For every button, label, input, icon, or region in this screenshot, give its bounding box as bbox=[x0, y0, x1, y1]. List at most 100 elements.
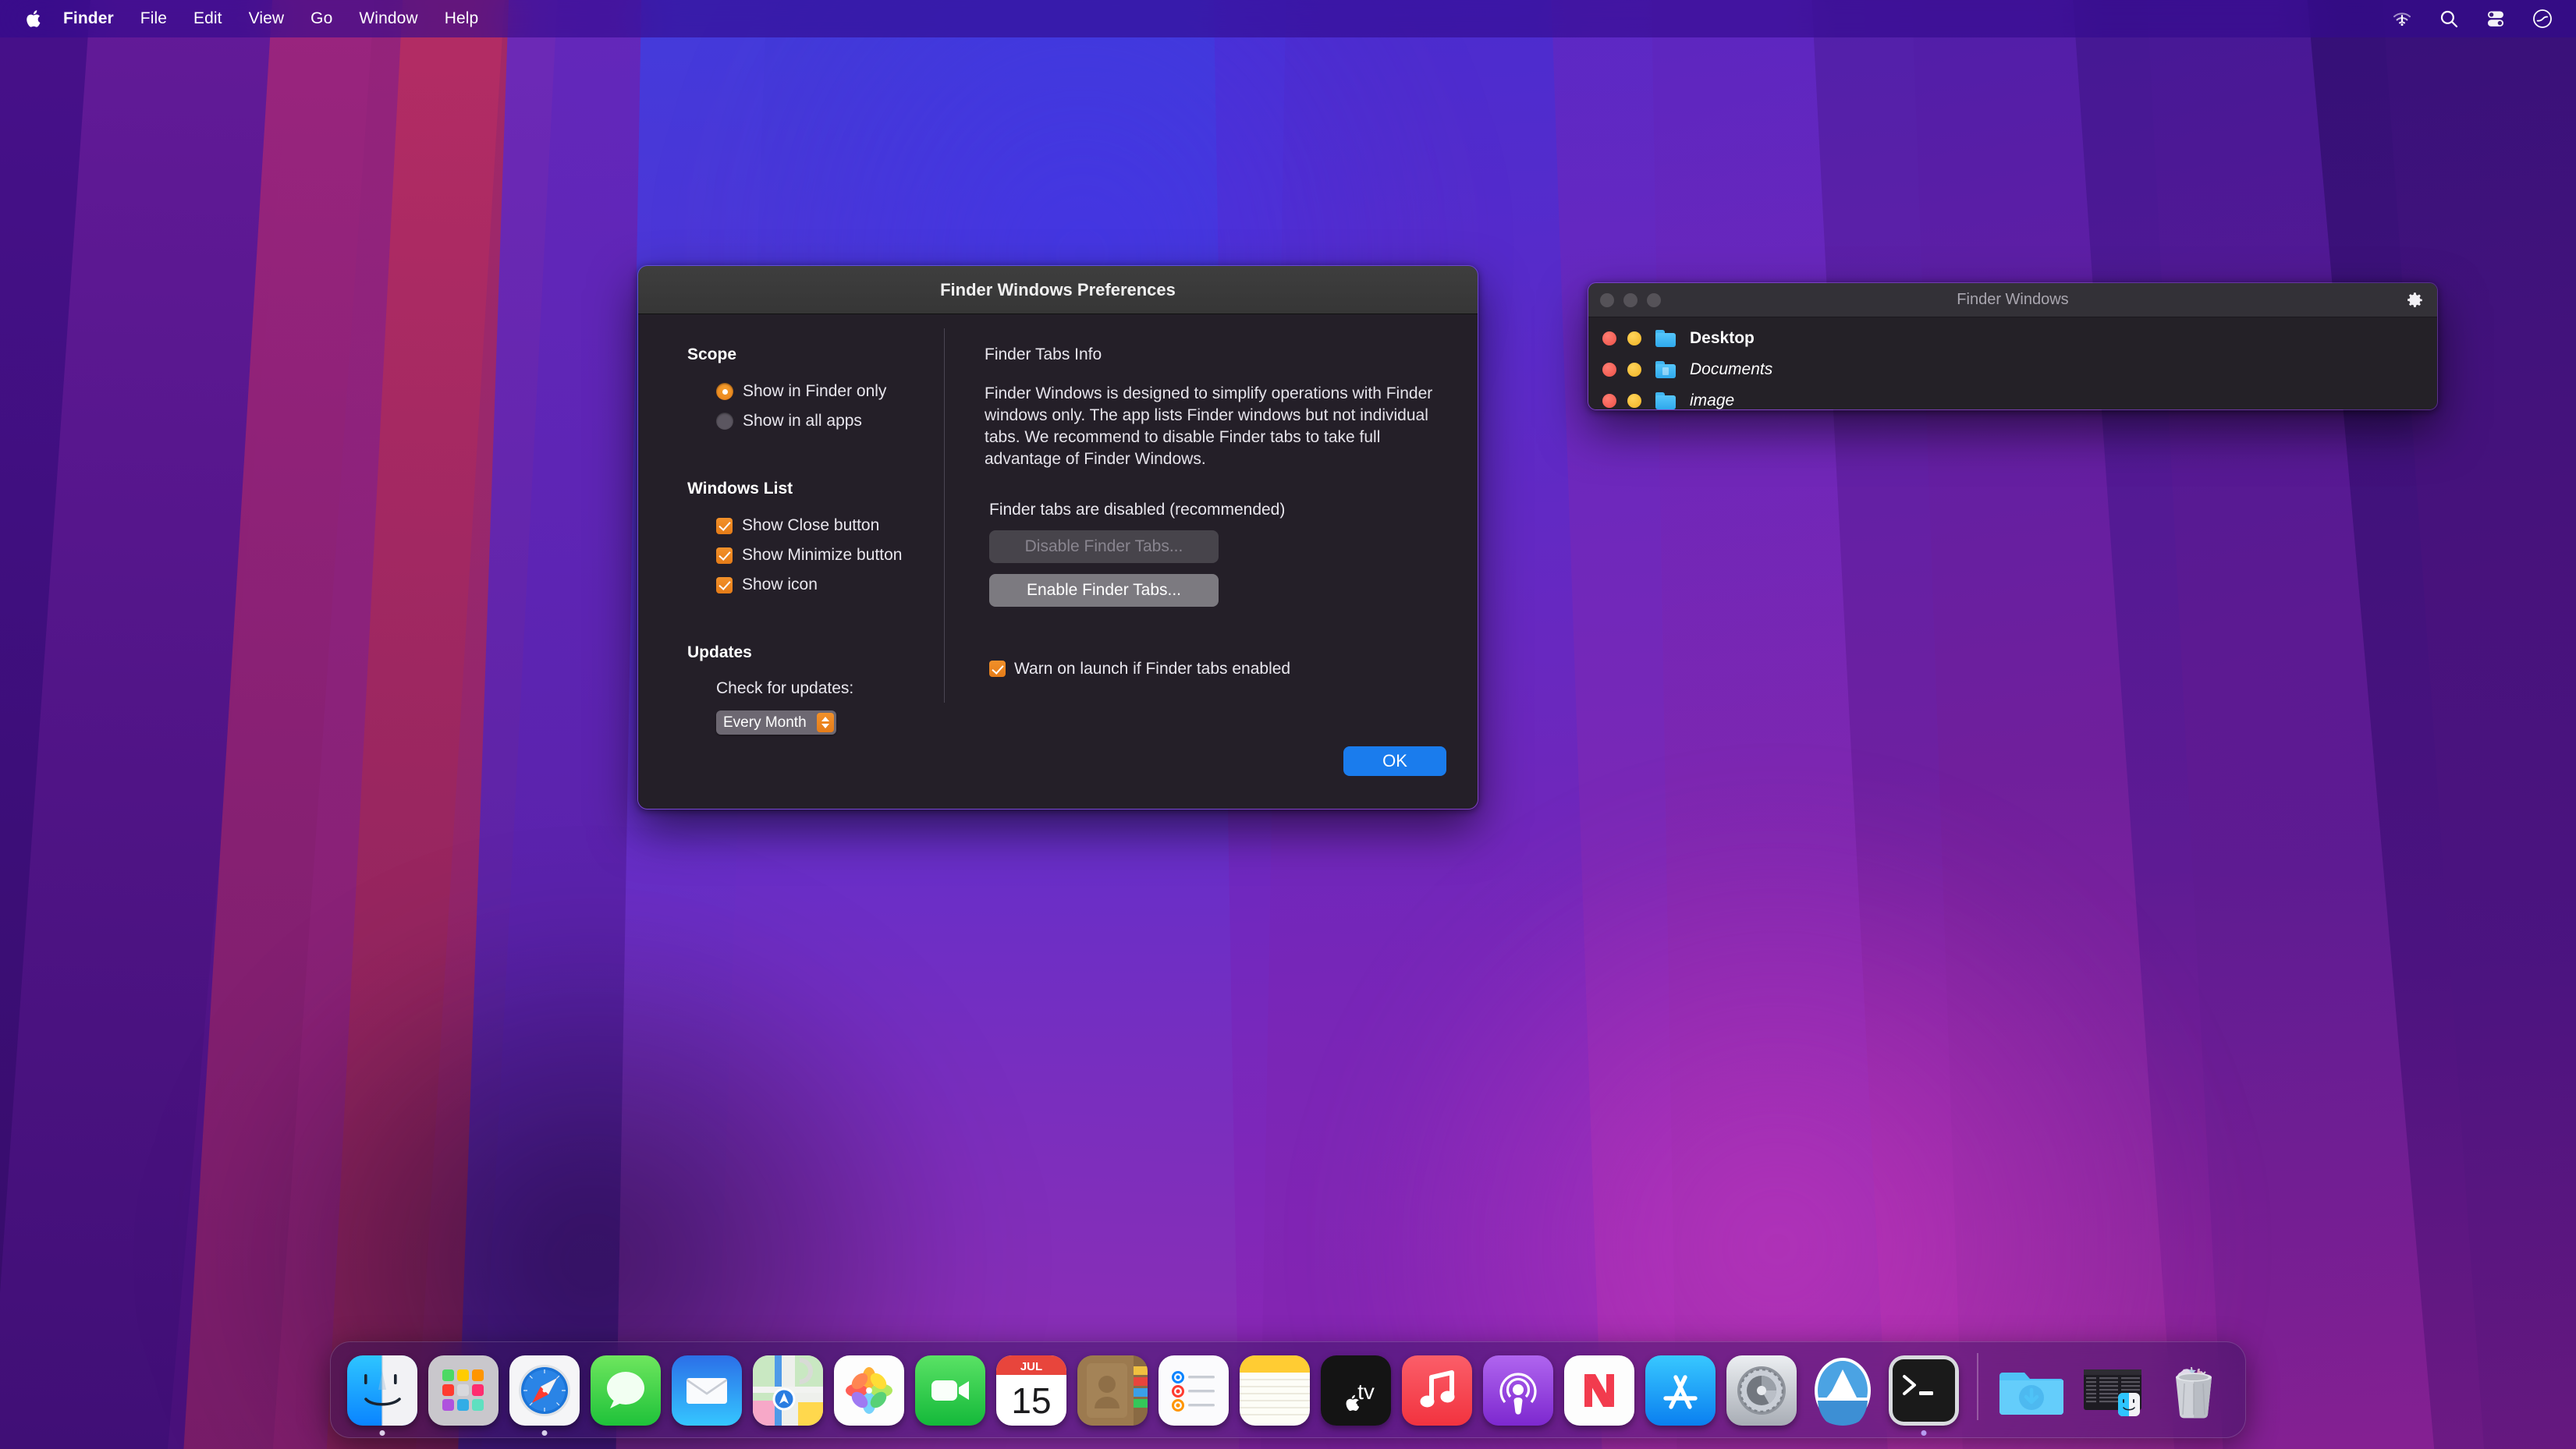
appstore-icon bbox=[1645, 1355, 1716, 1426]
menu-item-edit[interactable]: Edit bbox=[180, 6, 236, 31]
trash-icon bbox=[2159, 1355, 2229, 1426]
gear-icon[interactable] bbox=[2404, 290, 2425, 310]
checkbox-checked[interactable] bbox=[716, 577, 733, 593]
update-frequency-value: Every Month bbox=[716, 714, 807, 732]
minimize-dot-yellow[interactable] bbox=[1627, 331, 1641, 345]
dock-item-appstore[interactable] bbox=[1640, 1341, 1721, 1437]
dock-item-tv[interactable]: tv bbox=[1315, 1341, 1396, 1437]
menu-item-window[interactable]: Window bbox=[346, 6, 431, 31]
dock-item-safari[interactable] bbox=[504, 1341, 585, 1437]
control-center-icon[interactable] bbox=[2484, 7, 2507, 30]
radio-label: Show in all apps bbox=[743, 412, 862, 430]
menu-item-go[interactable]: Go bbox=[297, 6, 346, 31]
mail-icon bbox=[672, 1355, 742, 1426]
dock-item-facetime[interactable] bbox=[910, 1341, 991, 1437]
facetime-icon bbox=[915, 1355, 985, 1426]
preferences-dialog: Finder Windows Preferences Scope Show in… bbox=[637, 265, 1478, 810]
dock-item-messages[interactable] bbox=[585, 1341, 666, 1437]
scope-heading: Scope bbox=[687, 345, 944, 364]
dock-separator bbox=[1977, 1353, 1978, 1420]
dock-item-minimized-window[interactable] bbox=[2072, 1341, 2153, 1437]
apple-logo-icon[interactable] bbox=[19, 9, 50, 29]
finder-icon bbox=[347, 1355, 417, 1426]
dock-item-mail[interactable] bbox=[666, 1341, 747, 1437]
maps-icon bbox=[753, 1355, 823, 1426]
dock-item-photos[interactable] bbox=[829, 1341, 910, 1437]
minimize-dot-yellow[interactable] bbox=[1627, 394, 1641, 408]
close-dot-red[interactable] bbox=[1602, 331, 1616, 345]
disable-finder-tabs-button[interactable]: Disable Finder Tabs... bbox=[989, 530, 1219, 563]
running-indicator bbox=[542, 1430, 548, 1436]
svg-text:tv: tv bbox=[1357, 1380, 1375, 1404]
dock-item-podcasts[interactable] bbox=[1478, 1341, 1559, 1437]
notes-icon bbox=[1240, 1355, 1310, 1426]
dock-item-finder[interactable] bbox=[342, 1341, 423, 1437]
dock-item-maps[interactable] bbox=[747, 1341, 829, 1437]
ok-button[interactable]: OK bbox=[1343, 746, 1446, 776]
finder-tabs-info-heading: Finder Tabs Info bbox=[985, 345, 1446, 364]
column-divider bbox=[944, 328, 945, 703]
checkbox-show-icon[interactable]: Show icon bbox=[716, 570, 944, 600]
menu-item-view[interactable]: View bbox=[236, 6, 298, 31]
dock-item-contacts[interactable] bbox=[1072, 1341, 1153, 1437]
minimized-window-thumbnail bbox=[2077, 1355, 2148, 1426]
dock-item-notes[interactable] bbox=[1234, 1341, 1315, 1437]
search-icon[interactable] bbox=[2437, 7, 2461, 30]
dock-item-calendar[interactable]: JUL 15 bbox=[991, 1341, 1072, 1437]
safari-icon bbox=[509, 1355, 580, 1426]
dock-item-downloads[interactable] bbox=[1991, 1341, 2072, 1437]
menu-bar: Finder File Edit View Go Window Help bbox=[0, 0, 2576, 37]
minimize-dot-yellow[interactable] bbox=[1627, 363, 1641, 377]
checkbox-checked[interactable] bbox=[716, 547, 733, 564]
appletv-icon: tv bbox=[1321, 1355, 1391, 1426]
finder-windows-title: Finder Windows bbox=[1588, 291, 2437, 309]
dock-item-news[interactable] bbox=[1559, 1341, 1640, 1437]
close-dot-red[interactable] bbox=[1602, 394, 1616, 408]
right-column: Finder Tabs Info Finder Windows is desig… bbox=[944, 345, 1478, 810]
menu-item-file[interactable]: File bbox=[127, 6, 180, 31]
menu-item-finder[interactable]: Finder bbox=[50, 6, 127, 31]
messages-icon bbox=[591, 1355, 661, 1426]
reminders-icon bbox=[1158, 1355, 1229, 1426]
list-item[interactable]: Desktop bbox=[1588, 323, 2437, 354]
radio-button-unselected[interactable] bbox=[716, 413, 733, 430]
radio-button-selected[interactable] bbox=[716, 383, 733, 400]
dock-item-finder-windows[interactable] bbox=[1802, 1341, 1883, 1437]
svg-text:15: 15 bbox=[1011, 1380, 1051, 1421]
list-item[interactable]: Documents bbox=[1588, 354, 2437, 385]
windows-list-heading: Windows List bbox=[687, 480, 944, 498]
checkbox-warn-on-launch[interactable]: Warn on launch if Finder tabs enabled bbox=[989, 660, 1446, 678]
list-item[interactable]: image bbox=[1588, 385, 2437, 410]
dock-item-trash[interactable] bbox=[2153, 1341, 2234, 1437]
dock-item-terminal[interactable] bbox=[1883, 1341, 1964, 1437]
close-dot-red[interactable] bbox=[1602, 363, 1616, 377]
radio-show-in-finder-only[interactable]: Show in Finder only bbox=[716, 377, 944, 406]
dock-item-system-preferences[interactable] bbox=[1721, 1341, 1802, 1437]
checkbox-label: Show Close button bbox=[742, 516, 879, 535]
finder-windows-titlebar: Finder Windows bbox=[1588, 283, 2437, 317]
update-frequency-select[interactable]: Every Month bbox=[716, 710, 836, 735]
left-column: Scope Show in Finder only Show in all ap… bbox=[638, 345, 944, 810]
finder-windows-list: Desktop Documents image bbox=[1588, 317, 2437, 410]
checkbox-show-minimize-button[interactable]: Show Minimize button bbox=[716, 540, 944, 570]
photos-icon bbox=[834, 1355, 904, 1426]
window-name: Documents bbox=[1690, 360, 1772, 379]
running-indicator bbox=[1921, 1430, 1927, 1436]
dialog-titlebar: Finder Windows Preferences bbox=[638, 266, 1478, 314]
menu-item-help[interactable]: Help bbox=[431, 6, 492, 31]
siri-icon[interactable] bbox=[2531, 7, 2554, 30]
dock-item-music[interactable] bbox=[1396, 1341, 1478, 1437]
system-preferences-icon bbox=[1726, 1355, 1797, 1426]
finder-tabs-info-paragraph: Finder Windows is designed to simplify o… bbox=[985, 383, 1437, 471]
checkbox-checked[interactable] bbox=[716, 518, 733, 534]
checkbox-checked[interactable] bbox=[989, 661, 1006, 677]
wifi-alert-icon[interactable] bbox=[2390, 7, 2414, 30]
checkbox-show-close-button[interactable]: Show Close button bbox=[716, 511, 944, 540]
enable-finder-tabs-button[interactable]: Enable Finder Tabs... bbox=[989, 574, 1219, 607]
music-icon bbox=[1402, 1355, 1472, 1426]
folder-icon bbox=[1655, 392, 1676, 409]
dock-item-reminders[interactable] bbox=[1153, 1341, 1234, 1437]
dock-item-launchpad[interactable] bbox=[423, 1341, 504, 1437]
chevron-updown-icon[interactable] bbox=[817, 713, 834, 732]
radio-show-in-all-apps[interactable]: Show in all apps bbox=[716, 406, 944, 436]
